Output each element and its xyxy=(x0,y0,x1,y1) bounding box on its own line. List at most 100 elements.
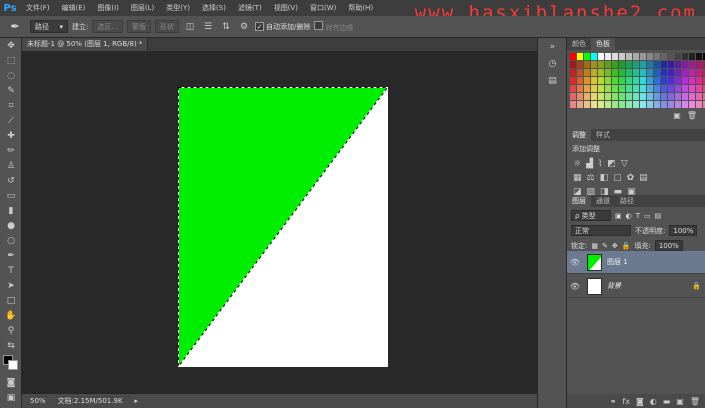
channel-mixer-icon[interactable]: ✿ xyxy=(627,173,635,183)
swatch[interactable] xyxy=(591,101,597,108)
pen-tool-icon[interactable]: ✒ xyxy=(0,248,22,263)
swatch[interactable] xyxy=(647,69,653,76)
swatch[interactable] xyxy=(689,77,695,84)
swatch[interactable] xyxy=(647,53,653,60)
swatch[interactable] xyxy=(612,101,618,108)
menu-type[interactable]: 类型(Y) xyxy=(160,3,196,13)
swatch[interactable] xyxy=(619,53,625,60)
tab-channels[interactable]: 通道 xyxy=(591,195,615,207)
swatch[interactable] xyxy=(696,101,702,108)
swatch[interactable] xyxy=(689,93,695,100)
swatch[interactable] xyxy=(626,61,632,68)
tab-adjustments[interactable]: 调整 xyxy=(567,129,591,141)
swatch[interactable] xyxy=(654,85,660,92)
swatch[interactable] xyxy=(612,53,618,60)
swatch[interactable] xyxy=(591,61,597,68)
swatch[interactable] xyxy=(584,53,590,60)
clone-stamp-tool-icon[interactable]: ♙ xyxy=(0,158,22,173)
swatch[interactable] xyxy=(689,85,695,92)
gradient-tool-icon[interactable]: ▮ xyxy=(0,203,22,218)
swatch[interactable] xyxy=(668,69,674,76)
swatch[interactable] xyxy=(591,85,597,92)
layer-filter-select[interactable]: ρ 类型 xyxy=(571,210,611,221)
layer-style-icon[interactable]: fx xyxy=(622,397,630,406)
swatch[interactable] xyxy=(696,77,702,84)
swatch[interactable] xyxy=(640,101,646,108)
lock-all-icon[interactable]: 🔒 xyxy=(622,242,631,250)
quick-mask-icon[interactable]: ◙ xyxy=(0,375,22,390)
swatch[interactable] xyxy=(633,69,639,76)
swatch[interactable] xyxy=(682,93,688,100)
black-white-icon[interactable]: ◧ xyxy=(600,173,609,183)
hand-tool-icon[interactable]: ✋ xyxy=(0,308,22,323)
layer-name[interactable]: 背景 xyxy=(607,281,692,291)
swatch[interactable] xyxy=(570,61,576,68)
swatch[interactable] xyxy=(654,77,660,84)
lock-transparent-icon[interactable]: ▦ xyxy=(591,242,598,250)
swatch[interactable] xyxy=(577,85,583,92)
swatch[interactable] xyxy=(633,101,639,108)
swatch[interactable] xyxy=(612,69,618,76)
path-operations-icon[interactable]: ◫ xyxy=(183,20,197,33)
swatch[interactable] xyxy=(633,53,639,60)
swatch[interactable] xyxy=(689,69,695,76)
swatch[interactable] xyxy=(640,61,646,68)
swatch[interactable] xyxy=(605,85,611,92)
swatch[interactable] xyxy=(619,85,625,92)
tab-color[interactable]: 颜色 xyxy=(567,38,591,50)
swatch[interactable] xyxy=(661,77,667,84)
mask-button[interactable]: 蒙版 xyxy=(127,20,152,33)
swatch[interactable] xyxy=(612,61,618,68)
swatch[interactable] xyxy=(654,69,660,76)
swatch[interactable] xyxy=(661,85,667,92)
swatch[interactable] xyxy=(591,69,597,76)
swatch[interactable] xyxy=(619,77,625,84)
dodge-tool-icon[interactable]: ○ xyxy=(0,233,22,248)
swatch[interactable] xyxy=(654,93,660,100)
history-panel-icon[interactable]: ◷ xyxy=(538,55,567,72)
canvas-area[interactable] xyxy=(22,51,537,394)
swatch[interactable] xyxy=(675,61,681,68)
swatch[interactable] xyxy=(668,77,674,84)
swatch[interactable] xyxy=(675,69,681,76)
path-selection-tool-icon[interactable]: ➤ xyxy=(0,278,22,293)
swatch[interactable] xyxy=(647,85,653,92)
marquee-tool-icon[interactable]: ⬚ xyxy=(0,53,22,68)
swatch[interactable] xyxy=(612,93,618,100)
swatch[interactable] xyxy=(661,93,667,100)
filter-adjust-icon[interactable]: ◐ xyxy=(626,212,632,220)
swatch[interactable] xyxy=(689,53,695,60)
document-canvas[interactable] xyxy=(178,87,388,367)
swatch[interactable] xyxy=(661,61,667,68)
swatch[interactable] xyxy=(570,85,576,92)
color-swatches[interactable] xyxy=(0,353,21,375)
fill-input[interactable]: 100% xyxy=(654,240,683,251)
add-mask-icon[interactable]: ◙ xyxy=(636,397,644,406)
exposure-icon[interactable]: ◩ xyxy=(607,159,616,169)
new-swatch-icon[interactable]: ▣ xyxy=(673,111,681,120)
vibrance-icon[interactable]: ▽ xyxy=(621,159,628,169)
swatch[interactable] xyxy=(626,77,632,84)
swatch[interactable] xyxy=(626,101,632,108)
type-tool-icon[interactable]: T xyxy=(0,263,22,278)
menu-file[interactable]: 文件(F) xyxy=(20,3,56,13)
swatch[interactable] xyxy=(668,101,674,108)
swatch[interactable] xyxy=(626,53,632,60)
swatch[interactable] xyxy=(668,85,674,92)
swatch[interactable] xyxy=(647,93,653,100)
filter-pixel-icon[interactable]: ▣ xyxy=(615,212,622,220)
brightness-icon[interactable]: ☼ xyxy=(573,159,581,169)
menu-view[interactable]: 视图(V) xyxy=(268,3,304,13)
photo-filter-icon[interactable]: ▢ xyxy=(613,173,622,183)
swatch[interactable] xyxy=(633,61,639,68)
swatch[interactable] xyxy=(612,85,618,92)
swatch[interactable] xyxy=(577,77,583,84)
swatch[interactable] xyxy=(577,61,583,68)
hue-saturation-icon[interactable]: ▦ xyxy=(573,173,582,183)
mode-select[interactable]: 路径 ▾ xyxy=(30,20,68,33)
swatch[interactable] xyxy=(696,93,702,100)
swatch[interactable] xyxy=(612,77,618,84)
swatch[interactable] xyxy=(584,69,590,76)
trash-icon[interactable]: 🗑 xyxy=(690,397,700,406)
trash-icon[interactable]: 🗑 xyxy=(687,111,697,120)
